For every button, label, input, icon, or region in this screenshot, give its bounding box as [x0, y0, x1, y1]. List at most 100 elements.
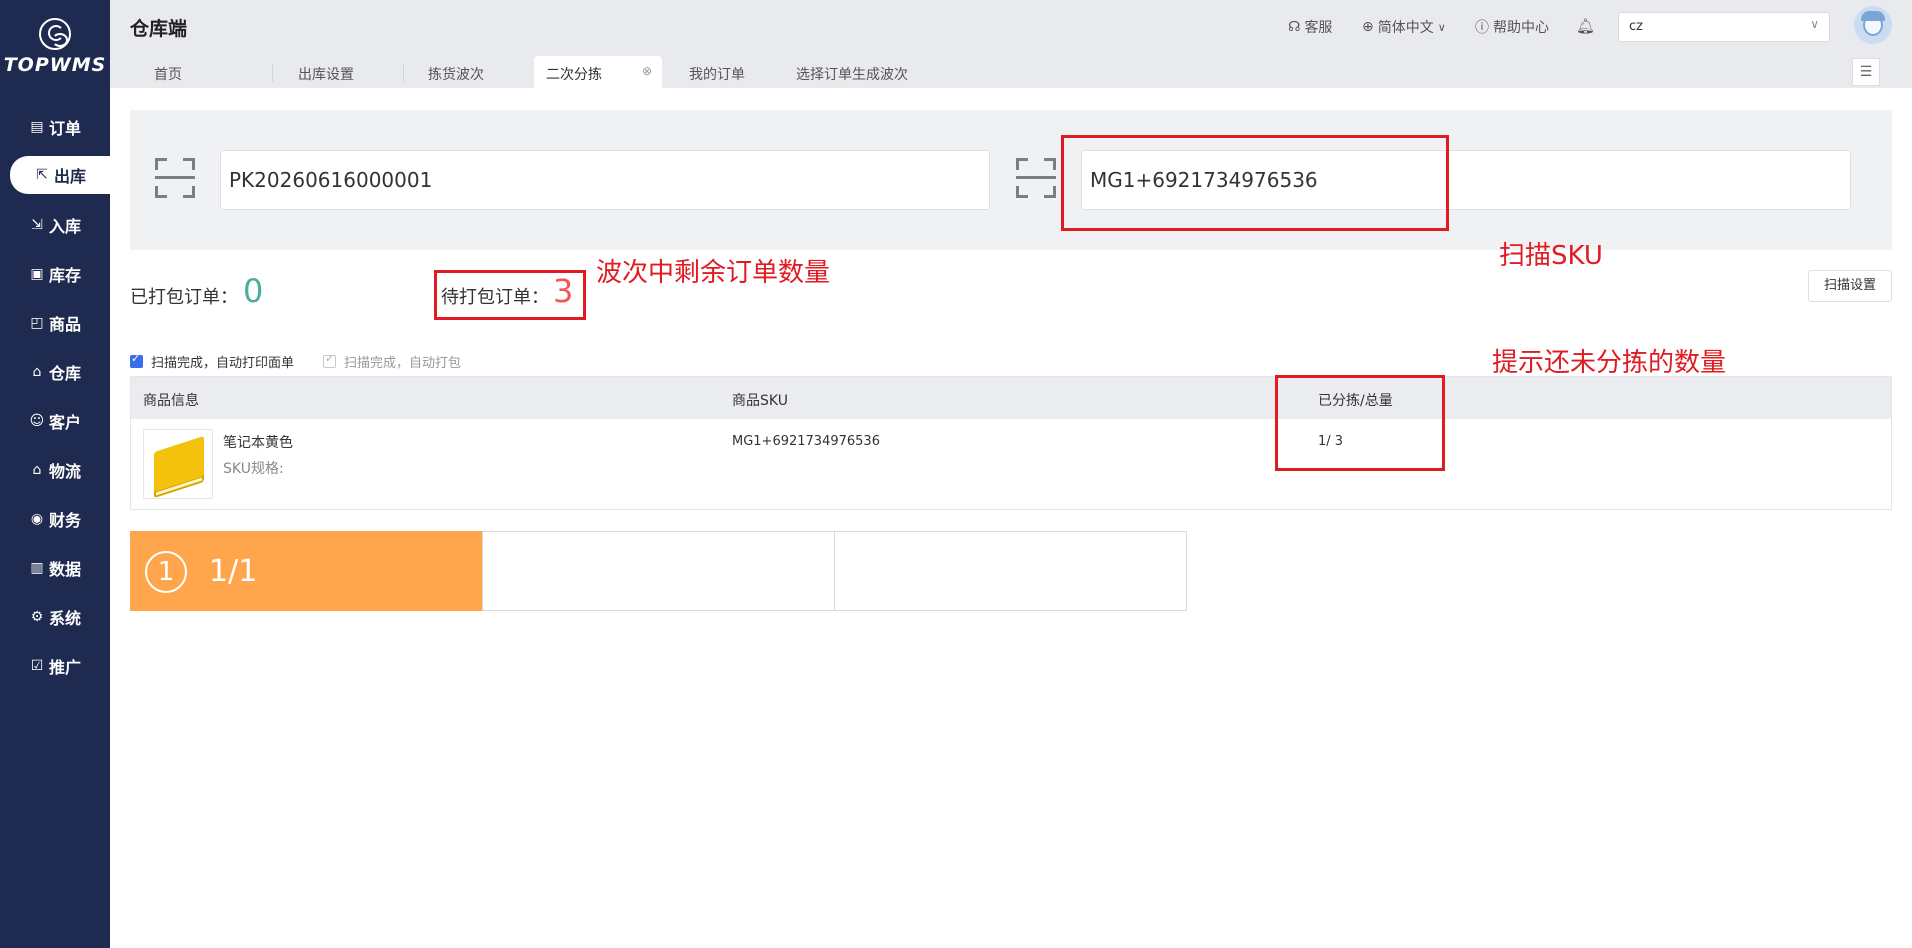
- sidebar-item-label: 出库: [53, 167, 86, 186]
- sidebar-item-products[interactable]: ◰ 商品: [0, 298, 110, 347]
- slot-cell[interactable]: [482, 531, 835, 611]
- tab-label: 二次分拣: [546, 67, 602, 83]
- help-center-link[interactable]: ⓘ 帮助中心: [1475, 17, 1549, 37]
- gear-icon: ⚙: [30, 608, 44, 625]
- packed-orders-count: 0: [243, 272, 264, 310]
- column-header: 商品SKU: [732, 393, 788, 409]
- annotation-unsorted-hint: 提示还未分拣的数量: [1492, 348, 1727, 378]
- language-label: 简体中文: [1377, 20, 1434, 36]
- bag-icon: ◰: [30, 314, 44, 331]
- sidebar-item-logistics[interactable]: ⌂ 物流: [0, 445, 110, 494]
- sorting-slots: 1 1/1: [130, 531, 1188, 611]
- user-select[interactable]: cz ∨: [1618, 12, 1830, 42]
- language-switcher[interactable]: ⊕ 简体中文 ∨: [1362, 17, 1446, 37]
- annotation-scan-sku: 扫描SKU: [1499, 241, 1603, 271]
- tab-divider: [272, 64, 273, 82]
- sidebar-item-data[interactable]: ▥ 数据: [0, 543, 110, 592]
- sidebar-item-orders[interactable]: ▤ 订单: [0, 102, 110, 151]
- annotation-box-sku: [1061, 135, 1449, 231]
- finance-icon: ◉: [30, 510, 44, 527]
- sorting-table: 商品信息 商品SKU 已分拣/总量 笔记本黄色 SKU规格: MG1+69217…: [130, 376, 1892, 510]
- sidebar-item-outbound[interactable]: ⇱ 出库: [10, 156, 110, 194]
- tab-secondary-sorting[interactable]: 二次分拣 ⊗: [534, 56, 662, 88]
- sidebar-item-finance[interactable]: ◉ 财务: [0, 494, 110, 543]
- checkbox-disabled-icon: [323, 352, 336, 368]
- tab-home[interactable]: 首页: [154, 56, 182, 88]
- list-icon: ▤: [30, 118, 44, 135]
- sidebar-item-inbound[interactable]: ⇲ 入库: [0, 200, 110, 249]
- slot-cell[interactable]: [834, 531, 1187, 611]
- sidebar-item-inventory[interactable]: ▣ 库存: [0, 249, 110, 298]
- slot-cell[interactable]: 1 1/1: [130, 531, 483, 611]
- inbound-icon: ⇲: [31, 216, 43, 233]
- packed-orders-label: 已打包订单：: [130, 287, 238, 308]
- customer-service-link[interactable]: ☊ 客服: [1288, 17, 1332, 37]
- column-header: 商品信息: [143, 393, 199, 409]
- sidebar-item-label: 数据: [48, 559, 81, 579]
- scan-panel: [130, 110, 1892, 250]
- scan-settings-button[interactable]: 扫描设置: [1808, 270, 1892, 302]
- bell-icon[interactable]: 🔔︎: [1576, 17, 1595, 35]
- sidebar-item-promotion[interactable]: ☑ 推广: [0, 641, 110, 690]
- tab-menu-icon[interactable]: ☰: [1852, 58, 1880, 86]
- tab-picking-wave[interactable]: 拣货波次: [428, 56, 484, 88]
- customer-service-label: 客服: [1304, 20, 1333, 36]
- sidebar-item-label: 商品: [48, 314, 81, 334]
- product-image: [143, 429, 213, 499]
- sidebar-item-label: 订单: [48, 118, 81, 138]
- avatar-hair: [1861, 11, 1885, 21]
- auto-pack-checkbox: 扫描完成，自动打包: [323, 352, 461, 371]
- avatar[interactable]: [1854, 6, 1892, 44]
- page-title: 仓库端: [130, 18, 188, 40]
- tab-outbound-settings[interactable]: 出库设置: [298, 56, 354, 88]
- product-sku: MG1+6921734976536: [732, 434, 880, 449]
- tab-bar: 首页 出库设置 拣货波次 二次分拣 ⊗ 我的订单 选择订单生成波次 ☰: [110, 48, 1912, 88]
- annotation-box-progress: [1275, 375, 1445, 471]
- notebook-image: [154, 435, 204, 493]
- promo-icon: ☑: [30, 657, 44, 674]
- sidebar-nav: ▤ 订单 ⇱ 出库 ⇲ 入库 ▣ 库存 ◰ 商品 ⌂ 仓库 ☺ 客户 ⌂ 物流: [0, 102, 110, 690]
- chart-icon: ▥: [30, 559, 44, 576]
- outbound-icon: ⇱: [36, 167, 48, 183]
- sidebar: TOPWMS ▤ 订单 ⇱ 出库 ⇲ 入库 ▣ 库存 ◰ 商品 ⌂ 仓库 ☺ 客…: [0, 0, 110, 948]
- sidebar-item-warehouse[interactable]: ⌂ 仓库: [0, 347, 110, 396]
- user-select-value: cz: [1629, 19, 1643, 34]
- logo-text: TOPWMS: [3, 54, 107, 76]
- sidebar-item-customers[interactable]: ☺ 客户: [0, 396, 110, 445]
- tab-my-orders[interactable]: 我的订单: [689, 56, 745, 88]
- headset-icon: ☊: [1288, 19, 1301, 35]
- sidebar-item-label: 客户: [48, 412, 81, 432]
- close-icon[interactable]: ⊗: [642, 64, 652, 78]
- help-icon: ⓘ: [1475, 20, 1489, 36]
- top-header: 仓库端 ☊ 客服 ⊕ 简体中文 ∨ ⓘ 帮助中心 🔔︎ cz ∨: [110, 0, 1912, 48]
- logo-mark-icon: [39, 18, 71, 50]
- inventory-icon: ▣: [30, 265, 44, 282]
- auto-print-label: 扫描完成，自动打印面单: [151, 356, 295, 371]
- sidebar-item-label: 推广: [48, 657, 81, 677]
- sidebar-item-label: 财务: [48, 510, 81, 530]
- sidebar-item-label: 库存: [48, 265, 81, 285]
- annotation-box-pending: [434, 270, 586, 320]
- sidebar-item-label: 仓库: [48, 363, 81, 383]
- sidebar-item-label: 入库: [48, 216, 81, 236]
- tab-generate-wave[interactable]: 选择订单生成波次: [796, 56, 908, 88]
- table-header: 商品信息 商品SKU 已分拣/总量: [131, 377, 1891, 419]
- wave-number-input[interactable]: [220, 150, 990, 210]
- sidebar-item-system[interactable]: ⚙ 系统: [0, 592, 110, 641]
- globe-icon: ⊕: [1362, 19, 1374, 35]
- slot-index: 1: [145, 551, 187, 593]
- sidebar-item-label: 物流: [48, 461, 81, 481]
- scan-icon[interactable]: [155, 158, 195, 198]
- user-icon: ☺: [29, 412, 45, 429]
- sidebar-item-label: 系统: [48, 608, 81, 628]
- product-spec: SKU规格:: [223, 461, 284, 477]
- logo: TOPWMS: [0, 18, 110, 76]
- scan-icon[interactable]: [1016, 158, 1056, 198]
- slot-count: 1/1: [209, 554, 258, 589]
- help-center-label: 帮助中心: [1493, 20, 1549, 36]
- warehouse-icon: ⌂: [32, 363, 42, 380]
- chevron-down-icon: ∨: [1810, 17, 1819, 31]
- product-name: 笔记本黄色: [223, 435, 293, 451]
- annotation-remaining-orders: 波次中剩余订单数量: [596, 258, 831, 288]
- auto-print-checkbox[interactable]: 扫描完成，自动打印面单: [130, 352, 294, 371]
